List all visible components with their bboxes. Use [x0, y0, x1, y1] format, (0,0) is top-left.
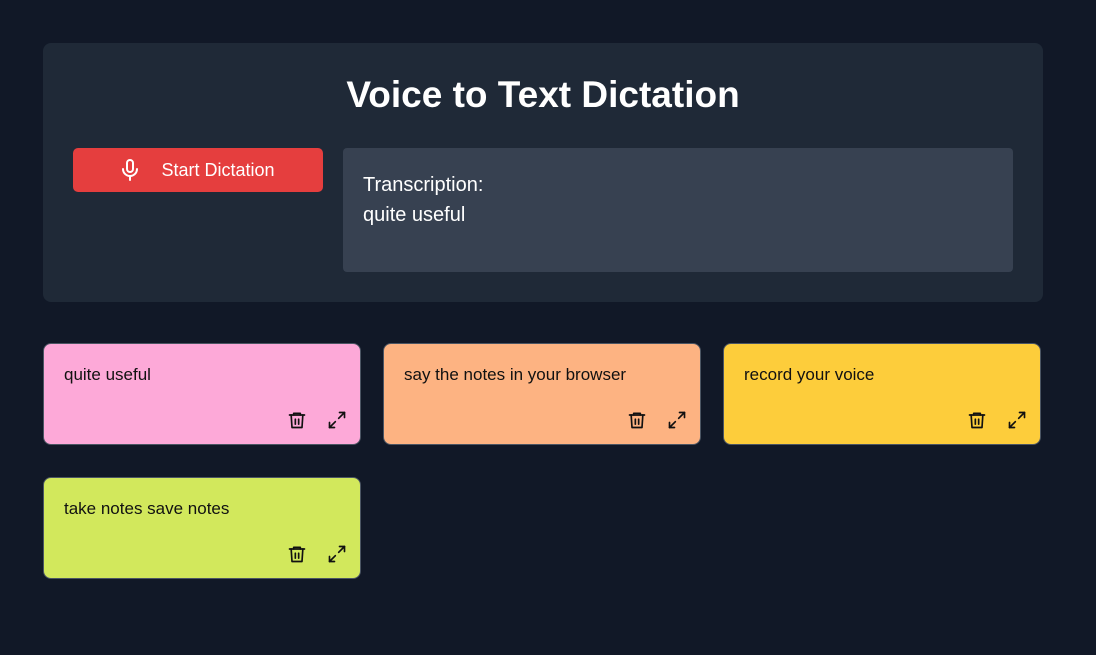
start-dictation-button[interactable]: Start Dictation	[73, 148, 323, 192]
delete-note-button[interactable]	[284, 542, 310, 568]
trash-icon	[627, 410, 647, 433]
note-card[interactable]: say the notes in your browser	[383, 343, 701, 445]
microphone-icon	[121, 159, 139, 181]
transcription-text: quite useful	[363, 204, 466, 226]
expand-note-button[interactable]	[1004, 408, 1030, 434]
note-card[interactable]: record your voice	[723, 343, 1041, 445]
expand-note-button[interactable]	[324, 408, 350, 434]
expand-note-button[interactable]	[324, 542, 350, 568]
note-text: take notes save notes	[64, 499, 230, 518]
note-card[interactable]: quite useful	[43, 343, 361, 445]
trash-icon	[287, 544, 307, 567]
trash-icon	[287, 410, 307, 433]
expand-icon	[667, 410, 687, 433]
note-card[interactable]: take notes save notes	[43, 477, 361, 579]
expand-note-button[interactable]	[664, 408, 690, 434]
note-text: record your voice	[744, 365, 875, 384]
transcription-label: Transcription:	[363, 174, 484, 196]
expand-icon	[1007, 410, 1027, 433]
expand-icon	[327, 410, 347, 433]
page-title: Voice to Text Dictation	[346, 74, 740, 115]
delete-note-button[interactable]	[964, 408, 990, 434]
delete-note-button[interactable]	[284, 408, 310, 434]
expand-icon	[327, 544, 347, 567]
transcription-box: Transcription: quite useful	[343, 148, 1013, 272]
start-dictation-label: Start Dictation	[161, 159, 275, 180]
trash-icon	[967, 410, 987, 433]
note-text: quite useful	[64, 365, 151, 384]
delete-note-button[interactable]	[624, 408, 650, 434]
note-text: say the notes in your browser	[404, 365, 627, 384]
